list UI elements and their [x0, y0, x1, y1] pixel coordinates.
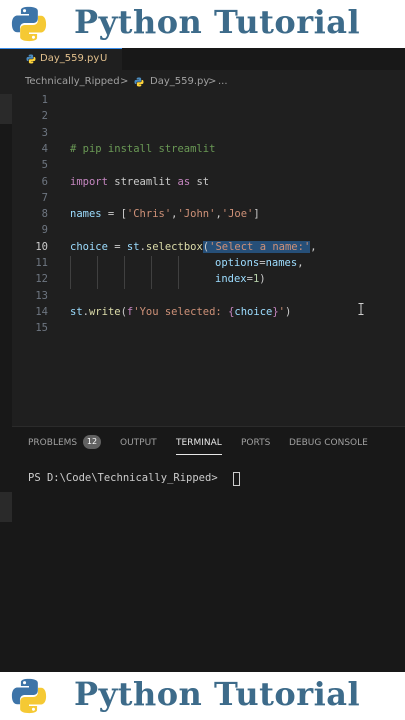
editor-tab-bar: Day_559.py U — [0, 48, 405, 70]
breadcrumb-folder[interactable]: Technically_Ripped — [25, 76, 120, 87]
string: 'Joe' — [221, 208, 254, 221]
line-number: 3 — [41, 126, 48, 139]
activity-item[interactable] — [0, 492, 12, 522]
bottom-panel: PROBLEMS 12 OUTPUT TERMINAL PORTS DEBUG … — [12, 426, 405, 673]
keyword: import — [70, 175, 108, 188]
line-number: 8 — [41, 208, 48, 221]
breadcrumb-separator: > — [120, 76, 129, 87]
indent-guide — [151, 256, 152, 289]
code-editor[interactable]: 1 2 3 4 5 6 7 8 9 10 11 12 13 14 15 # pi… — [12, 94, 405, 426]
punct: ] — [253, 208, 260, 221]
code-line-6: import streamlit as st — [70, 176, 209, 188]
tab-problems[interactable]: PROBLEMS — [28, 438, 77, 448]
line-number: 6 — [41, 175, 48, 188]
string: 'John' — [177, 208, 216, 221]
python-file-icon — [134, 77, 144, 87]
breadcrumb-file[interactable]: Day_559.py — [150, 76, 209, 87]
terminal-cursor — [233, 472, 240, 486]
python-logo-icon — [11, 6, 47, 42]
selected-string: 'Select a name:' — [209, 240, 311, 253]
banner-title: Python Tutorial — [74, 3, 361, 41]
untracked-badge: U — [100, 53, 108, 64]
variable: choice — [234, 305, 273, 318]
indent-guide — [97, 256, 98, 289]
keyword: as — [177, 175, 191, 188]
banner-title: Python Tutorial — [74, 675, 361, 713]
breadcrumb-separator: > — [208, 76, 217, 87]
line-number-active: 10 — [35, 240, 48, 253]
line-number: 15 — [35, 322, 48, 335]
tab-debug-console[interactable]: DEBUG CONSOLE — [289, 438, 368, 448]
text-cursor-icon — [358, 303, 364, 315]
line-number: 14 — [35, 305, 48, 318]
string: 'You selected: — [133, 305, 229, 318]
object: st — [126, 240, 140, 253]
tab-output[interactable]: OUTPUT — [120, 438, 157, 448]
code-line-8: names = ['Chris','John','Joe'] — [70, 208, 260, 220]
terminal-prompt[interactable]: PS D:\Code\Technically_Ripped> — [28, 472, 224, 484]
problems-count-badge: 12 — [83, 435, 101, 449]
bottom-banner: Python Tutorial — [0, 672, 405, 720]
line-number: 9 — [41, 224, 48, 237]
top-banner: Python Tutorial — [0, 0, 405, 48]
punct: , — [297, 257, 304, 269]
punct: , — [310, 240, 317, 253]
tab-day-559[interactable]: Day_559.py U — [0, 48, 122, 70]
function-name: write — [88, 305, 121, 318]
line-number: 7 — [41, 191, 48, 204]
code-line-10: choice = st.selectbox('Select a name:', — [70, 240, 317, 253]
variable: names — [70, 208, 102, 221]
activity-bar — [0, 94, 12, 672]
code-line-14: st.write(f'You selected: {choice}') — [70, 306, 291, 318]
line-number: 5 — [41, 159, 48, 172]
line-number: 13 — [35, 289, 48, 302]
alias-name: st — [196, 175, 210, 188]
python-logo-icon — [11, 678, 47, 714]
code-line-11: options=names, — [215, 257, 304, 269]
variable: names — [265, 257, 298, 269]
parameter: options — [215, 257, 260, 269]
operator: = — [107, 240, 127, 253]
string: 'Chris' — [126, 208, 172, 221]
line-number: 1 — [41, 94, 48, 106]
code-line-12: index=1) — [215, 273, 266, 285]
operator: = [ — [101, 208, 127, 221]
line-number: 12 — [35, 273, 48, 286]
module-name: streamlit — [114, 175, 172, 188]
line-number: 11 — [35, 257, 48, 269]
indent-guide — [124, 256, 125, 289]
variable: choice — [70, 240, 108, 253]
function-name: selectbox — [145, 240, 203, 253]
activity-item[interactable] — [0, 94, 12, 124]
code-line-4: # pip install streamlit — [70, 143, 215, 155]
parameter: index — [215, 273, 247, 286]
breadcrumb: Technically_Ripped > Day_559.py > ... — [0, 70, 405, 94]
active-tab-indicator — [176, 454, 222, 455]
line-number: 4 — [41, 142, 48, 155]
breadcrumb-symbols[interactable]: ... — [218, 76, 228, 87]
indent-guide — [70, 256, 71, 289]
object: st — [70, 305, 83, 318]
tab-label: Day_559.py — [40, 53, 100, 64]
punct: ) — [285, 305, 292, 318]
indent-guide — [178, 256, 179, 289]
line-number: 2 — [41, 110, 48, 123]
punct: ) — [259, 273, 266, 286]
python-file-icon — [26, 54, 36, 64]
tab-ports[interactable]: PORTS — [241, 438, 270, 448]
comment: # pip install streamlit — [70, 142, 216, 155]
tab-terminal[interactable]: TERMINAL — [176, 438, 222, 448]
